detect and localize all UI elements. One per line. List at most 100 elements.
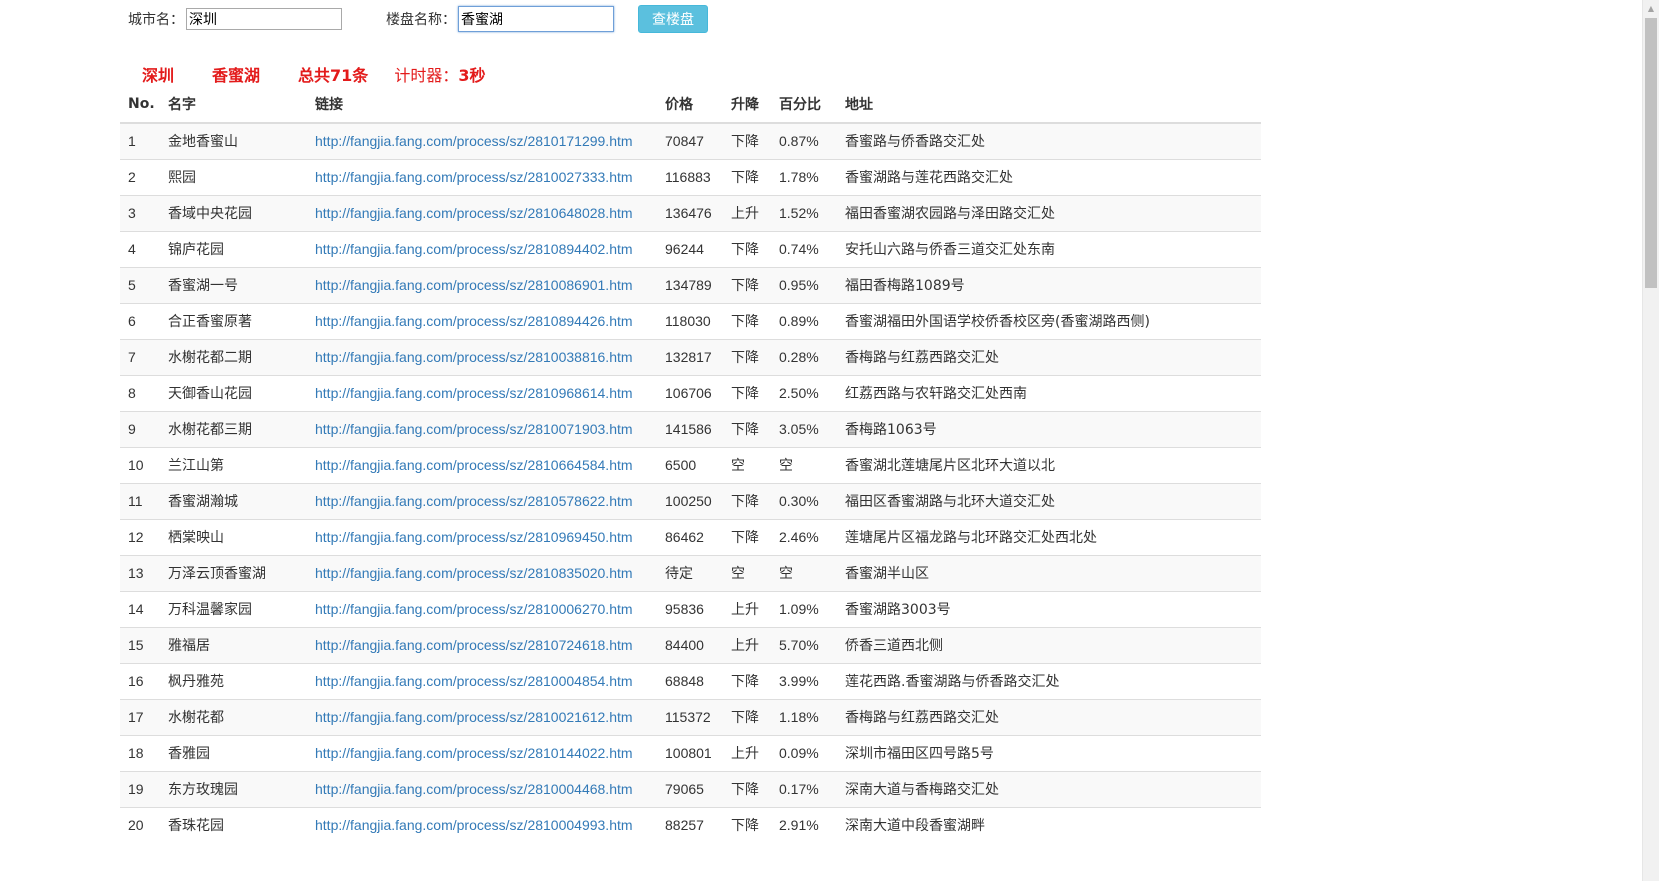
cell-address: 福田香梅路1089号 xyxy=(837,266,1261,303)
cell-percent: 2.50% xyxy=(771,374,837,411)
cell-no: 2 xyxy=(120,158,160,195)
cell-address: 深南大道中段香蜜湖畔 xyxy=(837,806,1261,843)
cell-name: 香域中央花园 xyxy=(160,194,307,231)
cell-no: 6 xyxy=(120,302,160,339)
estate-link[interactable]: http://fangjia.fang.com/process/sz/28100… xyxy=(315,673,633,689)
cell-link: http://fangjia.fang.com/process/sz/28100… xyxy=(307,266,657,303)
cell-no: 9 xyxy=(120,410,160,447)
cell-price: 116883 xyxy=(657,158,723,195)
estate-link[interactable]: http://fangjia.fang.com/process/sz/28100… xyxy=(315,817,633,833)
cell-no: 3 xyxy=(120,194,160,231)
cell-link: http://fangjia.fang.com/process/sz/28100… xyxy=(307,770,657,807)
table-row: 5 香蜜湖一号 http://fangjia.fang.com/process/sz… xyxy=(120,266,1261,303)
estate-link[interactable]: http://fangjia.fang.com/process/sz/28100… xyxy=(315,349,633,365)
cell-name: 栖棠映山 xyxy=(160,518,307,555)
cell-trend: 下降 xyxy=(723,518,771,555)
estate-link[interactable]: http://fangjia.fang.com/process/sz/28101… xyxy=(315,133,633,149)
estate-link[interactable]: http://fangjia.fang.com/process/sz/28109… xyxy=(315,529,633,545)
cell-link: http://fangjia.fang.com/process/sz/28107… xyxy=(307,626,657,663)
summary-estate: 香蜜湖 xyxy=(212,66,261,85)
cell-trend: 下降 xyxy=(723,302,771,339)
cell-no: 11 xyxy=(120,482,160,519)
estate-link[interactable]: http://fangjia.fang.com/process/sz/28100… xyxy=(315,601,633,617)
cell-address: 香蜜路与侨香路交汇处 xyxy=(837,122,1261,159)
estate-link[interactable]: http://fangjia.fang.com/process/sz/28100… xyxy=(315,781,633,797)
table-row: 2 熙园 http://fangjia.fang.com/process/sz/28… xyxy=(120,158,1261,195)
cell-name: 熙园 xyxy=(160,158,307,195)
cell-trend: 下降 xyxy=(723,806,771,843)
cell-percent: 0.17% xyxy=(771,770,837,807)
cell-trend: 空 xyxy=(723,446,771,483)
table-row: 11 香蜜湖瀚城 http://fangjia.fang.com/process/s… xyxy=(120,482,1261,519)
cell-price: 84400 xyxy=(657,626,723,663)
table-row: 6 合正香蜜原著 http://fangjia.fang.com/process/s… xyxy=(120,302,1261,339)
cell-no: 1 xyxy=(120,122,160,159)
cell-percent: 2.91% xyxy=(771,806,837,843)
cell-link: http://fangjia.fang.com/process/sz/28100… xyxy=(307,698,657,735)
cell-trend: 下降 xyxy=(723,122,771,159)
cell-address: 香梅路与红荔西路交汇处 xyxy=(837,338,1261,375)
scroll-up-arrow-icon[interactable]: ▲ xyxy=(1643,0,1659,16)
estate-link[interactable]: http://fangjia.fang.com/process/sz/28106… xyxy=(315,205,633,221)
scroll-thumb[interactable] xyxy=(1645,18,1657,288)
cell-percent: 0.09% xyxy=(771,734,837,771)
cell-name: 香蜜湖一号 xyxy=(160,266,307,303)
estate-link[interactable]: http://fangjia.fang.com/process/sz/28108… xyxy=(315,313,633,329)
summary-total: 总共71条 xyxy=(298,66,369,85)
cell-link: http://fangjia.fang.com/process/sz/28101… xyxy=(307,734,657,771)
cell-trend: 下降 xyxy=(723,158,771,195)
cell-address: 安托山六路与侨香三道交汇处东南 xyxy=(837,230,1261,267)
cell-trend: 上升 xyxy=(723,734,771,771)
estate-name-input[interactable] xyxy=(458,6,614,32)
cell-price: 70847 xyxy=(657,122,723,159)
table-row: 15 雅福居 http://fangjia.fang.com/process/sz/… xyxy=(120,626,1261,663)
cell-price: 6500 xyxy=(657,446,723,483)
header-percent: 百分比 xyxy=(771,86,837,124)
header-name: 名字 xyxy=(160,86,307,124)
search-estate-button[interactable]: 查楼盘 xyxy=(638,5,708,33)
estate-link[interactable]: http://fangjia.fang.com/process/sz/28109… xyxy=(315,385,633,401)
cell-address: 香蜜湖路3003号 xyxy=(837,590,1261,627)
estate-link[interactable]: http://fangjia.fang.com/process/sz/28100… xyxy=(315,277,633,293)
cell-address: 福田区香蜜湖路与北环大道交汇处 xyxy=(837,482,1261,519)
table-row: 20 香珠花园 http://fangjia.fang.com/process/sz… xyxy=(120,806,1261,843)
cell-price: 132817 xyxy=(657,338,723,375)
cell-percent: 0.74% xyxy=(771,230,837,267)
cell-address: 深南大道与香梅路交汇处 xyxy=(837,770,1261,807)
cell-percent: 1.09% xyxy=(771,590,837,627)
result-summary: 深圳 香蜜湖 总共71条 计时器：3秒 xyxy=(142,62,485,86)
city-input[interactable] xyxy=(186,8,342,30)
timer-value: 3秒 xyxy=(458,66,486,85)
cell-name: 香蜜湖瀚城 xyxy=(160,482,307,519)
estate-link[interactable]: http://fangjia.fang.com/process/sz/28100… xyxy=(315,709,633,725)
cell-percent: 1.18% xyxy=(771,698,837,735)
estate-link[interactable]: http://fangjia.fang.com/process/sz/28101… xyxy=(315,745,633,761)
cell-address: 莲塘尾片区福龙路与北环路交汇处西北处 xyxy=(837,518,1261,555)
table-body: 1 金地香蜜山 http://fangjia.fang.com/process/sz… xyxy=(120,122,1261,843)
estate-link[interactable]: http://fangjia.fang.com/process/sz/28108… xyxy=(315,241,633,257)
table-row: 7 水榭花都二期 http://fangjia.fang.com/process/s… xyxy=(120,338,1261,375)
cell-link: http://fangjia.fang.com/process/sz/28109… xyxy=(307,374,657,411)
cell-name: 香雅园 xyxy=(160,734,307,771)
estate-link[interactable]: http://fangjia.fang.com/process/sz/28100… xyxy=(315,421,633,437)
cell-name: 天御香山花园 xyxy=(160,374,307,411)
estate-link[interactable]: http://fangjia.fang.com/process/sz/28106… xyxy=(315,457,633,473)
vertical-scrollbar[interactable]: ▲ xyxy=(1642,0,1659,881)
cell-percent: 0.87% xyxy=(771,122,837,159)
estate-link[interactable]: http://fangjia.fang.com/process/sz/28107… xyxy=(315,637,633,653)
cell-price: 115372 xyxy=(657,698,723,735)
cell-percent: 0.89% xyxy=(771,302,837,339)
cell-price: 79065 xyxy=(657,770,723,807)
table-row: 3 香域中央花园 http://fangjia.fang.com/process/s… xyxy=(120,194,1261,231)
estate-link[interactable]: http://fangjia.fang.com/process/sz/28105… xyxy=(315,493,633,509)
cell-price: 134789 xyxy=(657,266,723,303)
estate-link[interactable]: http://fangjia.fang.com/process/sz/28108… xyxy=(315,565,633,581)
results-table-container: No. 名字 链接 价格 升降 百分比 地址 1 金地香蜜山 http://fang… xyxy=(120,86,1261,843)
cell-link: http://fangjia.fang.com/process/sz/28108… xyxy=(307,230,657,267)
cell-percent: 3.05% xyxy=(771,410,837,447)
results-table: No. 名字 链接 价格 升降 百分比 地址 1 金地香蜜山 http://fang… xyxy=(120,86,1261,843)
cell-name: 枫丹雅苑 xyxy=(160,662,307,699)
estate-link[interactable]: http://fangjia.fang.com/process/sz/28100… xyxy=(315,169,633,185)
cell-name: 万泽云顶香蜜湖 xyxy=(160,554,307,591)
header-address: 地址 xyxy=(837,86,1261,124)
